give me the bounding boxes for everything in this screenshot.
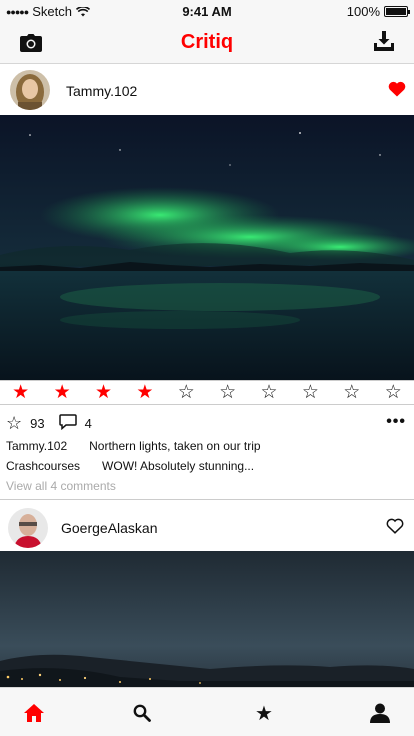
rating-star-10[interactable]: ☆	[385, 383, 402, 402]
tab-bar: ★	[0, 687, 414, 736]
status-right: 100%	[346, 4, 410, 19]
rating-star-8[interactable]: ☆	[302, 383, 319, 402]
profile-icon[interactable]	[369, 702, 391, 724]
heart-outline-icon[interactable]	[386, 518, 404, 539]
rating-star-3[interactable]: ★	[95, 383, 112, 402]
rating-star-4[interactable]: ★	[136, 383, 153, 402]
star-icon[interactable]: ★	[253, 702, 275, 725]
rating-star-7[interactable]: ☆	[261, 383, 278, 402]
post-header: Tammy.102	[0, 65, 414, 115]
comments-count: 4	[84, 415, 92, 431]
stats-row: ☆ 93 4 •••	[6, 413, 408, 433]
stars-count: 93	[30, 415, 45, 431]
comment-text: WOW! Absolutely stunning...	[102, 459, 255, 473]
status-bar: ●●●●● Sketch 9:41 AM 100%	[0, 0, 414, 22]
post-photo[interactable]	[0, 115, 414, 380]
rating-bar: ★ ★ ★ ★ ☆ ☆ ☆ ☆ ☆ ☆	[0, 380, 414, 405]
home-icon[interactable]	[23, 702, 45, 724]
app-title: Critiq	[180, 31, 234, 53]
comment-username[interactable]: Crashcourses	[6, 459, 80, 473]
star-outline-icon[interactable]: ☆	[6, 413, 22, 434]
post-username[interactable]: Tammy.102	[66, 83, 137, 99]
view-all-comments-link[interactable]: View all 4 comments	[6, 479, 116, 493]
rating-star-2[interactable]: ★	[54, 383, 71, 402]
heart-filled-icon[interactable]	[388, 81, 406, 102]
nav-bar: Critiq	[0, 22, 414, 64]
rating-star-6[interactable]: ☆	[219, 383, 236, 402]
battery-icon	[384, 6, 410, 17]
comment-icon[interactable]	[58, 413, 77, 433]
post-header: GoergeAlaskan	[0, 502, 414, 552]
post-username[interactable]: GoergeAlaskan	[61, 520, 158, 536]
rating-star-5[interactable]: ☆	[178, 383, 195, 402]
divider	[0, 499, 414, 500]
download-icon[interactable]	[374, 31, 394, 56]
rating-star-9[interactable]: ☆	[343, 383, 360, 402]
more-options-icon[interactable]: •••	[386, 413, 406, 431]
battery-percent: 100%	[346, 4, 380, 19]
search-icon[interactable]	[131, 702, 153, 724]
caption-row: Tammy.102 Northern lights, taken on our …	[6, 439, 261, 453]
comment-row: Crashcourses WOW! Absolutely stunning...	[6, 459, 254, 473]
avatar[interactable]	[10, 70, 50, 110]
post-photo[interactable]	[0, 551, 414, 687]
caption-text: Northern lights, taken on our trip	[89, 439, 261, 453]
caption-username[interactable]: Tammy.102	[6, 439, 67, 453]
avatar[interactable]	[8, 508, 48, 548]
rating-star-1[interactable]: ★	[12, 383, 29, 402]
